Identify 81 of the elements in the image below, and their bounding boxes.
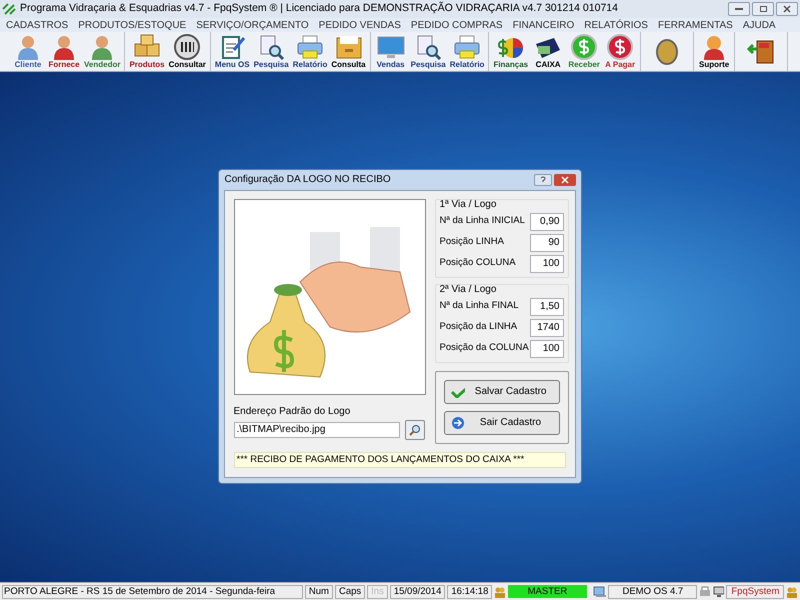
toolbar-button[interactable]: Consulta bbox=[329, 32, 368, 71]
date-text: 15/09/2014 bbox=[390, 584, 446, 598]
dollar-coin-icon bbox=[570, 34, 598, 60]
menu-item[interactable]: FERRAMENTAS bbox=[658, 18, 733, 32]
app-icon bbox=[2, 3, 16, 15]
toolbar-button[interactable]: Relatório bbox=[448, 32, 486, 71]
restore-button[interactable] bbox=[752, 2, 774, 16]
monitor-icon bbox=[712, 586, 724, 598]
path-field[interactable]: .\BITMAP\recibo.jpg bbox=[234, 422, 400, 438]
dollar-coin-icon bbox=[606, 34, 634, 60]
number-field[interactable]: 1,50 bbox=[530, 298, 564, 316]
field-label: Nª da Linha INICIAL bbox=[440, 214, 525, 228]
help-button[interactable] bbox=[534, 174, 552, 186]
toolbar-button[interactable]: Vendas bbox=[372, 32, 409, 71]
group-title: 1ª Via / Logo bbox=[440, 198, 498, 210]
toolbar-button[interactable]: Produtos bbox=[127, 32, 167, 71]
menu-item[interactable]: PEDIDO VENDAS bbox=[318, 18, 401, 32]
close-button[interactable] bbox=[554, 174, 576, 186]
brand-text: FpqSystem bbox=[726, 584, 784, 598]
location-date-text: PORTO ALEGRE - RS 15 de Setembro de 2014 - Segunda-feira bbox=[2, 584, 303, 598]
toolbar-button[interactable]: Suporte bbox=[696, 32, 732, 71]
toolbar-button[interactable]: Consultar bbox=[166, 32, 208, 71]
search-icon bbox=[408, 424, 420, 436]
number-field[interactable]: 1740 bbox=[530, 318, 564, 336]
field-label: Posição COLUNA bbox=[440, 256, 516, 270]
close-icon bbox=[560, 176, 568, 184]
barcode-icon bbox=[173, 34, 202, 60]
help-icon bbox=[540, 176, 546, 184]
menu-item[interactable]: FINANCEIRO bbox=[512, 18, 574, 32]
user-name: MASTER bbox=[508, 585, 587, 598]
field-label: Posição LINHA bbox=[440, 235, 504, 250]
number-field[interactable]: 100 bbox=[530, 340, 564, 358]
toolbar-button[interactable]: A Pagar bbox=[602, 32, 638, 71]
toolbar-button[interactable]: Pesquisa bbox=[252, 32, 291, 71]
exit-door-icon bbox=[747, 38, 776, 64]
field-label: Posição da LINHA bbox=[440, 320, 518, 334]
printer-icon bbox=[453, 34, 482, 60]
minimize-button[interactable] bbox=[728, 2, 750, 16]
browse-button[interactable] bbox=[404, 420, 424, 440]
toolbar-button[interactable]: Finanças bbox=[491, 32, 530, 71]
printer-icon bbox=[699, 586, 711, 598]
printer-icon bbox=[296, 34, 324, 60]
menu-item[interactable]: PEDIDO COMPRAS bbox=[410, 18, 503, 32]
key-indicator: Num bbox=[304, 584, 333, 598]
menu-item[interactable]: CADASTROS bbox=[6, 18, 68, 32]
save-button[interactable]: Salvar Cadastro bbox=[444, 380, 560, 404]
computer-icon bbox=[592, 586, 606, 598]
toolbar-button[interactable]: Receber bbox=[566, 32, 602, 71]
toolbar-button[interactable]: Vendedor bbox=[82, 32, 122, 71]
toolbar-button[interactable]: Pesquisa bbox=[408, 32, 448, 71]
check-icon bbox=[450, 386, 465, 398]
menu-item[interactable]: SERVIÇO/ORÇAMENTO bbox=[196, 18, 309, 32]
exit-button[interactable]: Sair Cadastro bbox=[444, 410, 560, 434]
menu-item[interactable]: AJUDA bbox=[742, 18, 776, 32]
users-icon bbox=[786, 586, 798, 598]
arrow-circle-icon bbox=[450, 416, 464, 430]
menu-item[interactable]: PRODUTOS/ESTOQUE bbox=[78, 18, 186, 32]
info-banner: *** RECIBO DE PAGAMENTO DOS LANÇAMENTOS DO CAIXA *** bbox=[234, 452, 566, 468]
toolbar-button[interactable]: Relatório bbox=[290, 32, 330, 71]
drawer-icon bbox=[334, 34, 362, 60]
field-label: Nª da Linha FINAL bbox=[440, 299, 519, 314]
number-field[interactable]: 90 bbox=[530, 234, 564, 252]
toolbar-button[interactable]: CAIXA bbox=[530, 32, 566, 71]
toolbar-button[interactable]: Menu OS bbox=[212, 32, 252, 71]
close-button[interactable] bbox=[776, 2, 798, 16]
close-icon bbox=[783, 5, 791, 13]
number-field[interactable]: 0,90 bbox=[530, 212, 564, 230]
boxes-icon bbox=[133, 34, 161, 60]
key-indicator: Caps bbox=[334, 584, 366, 598]
group-title: 2ª Via / Logo bbox=[440, 284, 498, 296]
version-text: DEMO OS 4.7 bbox=[608, 584, 698, 598]
menu-item[interactable]: RELATÓRIOS bbox=[584, 18, 648, 32]
users-icon bbox=[494, 586, 506, 598]
field-label: Endereço Padrão do Logo bbox=[234, 404, 352, 418]
window-title: Programa Vidraçaria & Esquadrias v4.7 - FpqSystem ® | Licenciado para DEMONSTRAÇÃO VIDRAÇARIA v4.7 301214 010714 bbox=[20, 1, 619, 16]
time-text: 16:14:18 bbox=[447, 584, 492, 598]
dialog-title: Configuração DA LOGO NO RECIBO bbox=[224, 173, 391, 187]
field-label: Posição da COLUNA bbox=[440, 341, 529, 356]
number-field[interactable]: 100 bbox=[530, 254, 564, 272]
toolbar-button[interactable]: Fornece bbox=[46, 32, 82, 71]
toolbar-button[interactable]: Cliente bbox=[10, 32, 46, 71]
